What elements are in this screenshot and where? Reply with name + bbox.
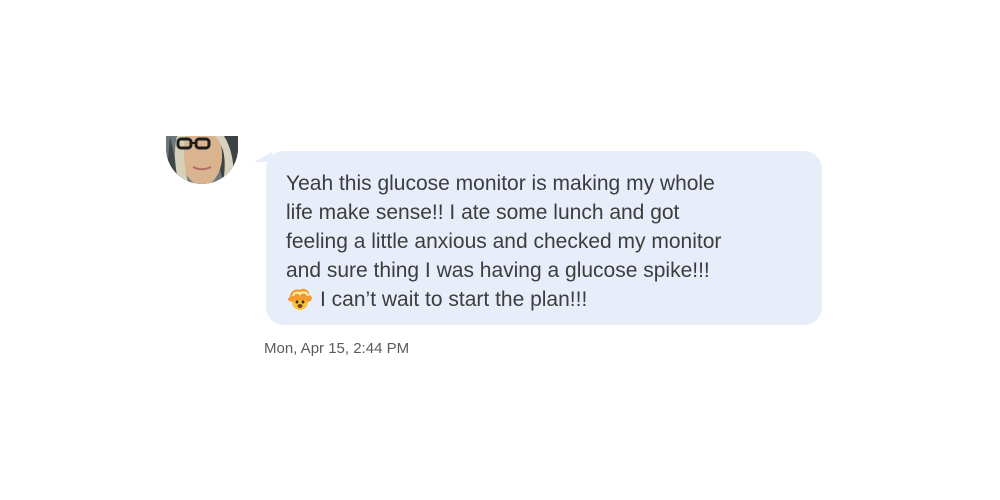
exploding-head-emoji-icon [286, 287, 314, 311]
message-text: Yeah this glucose monitor is making my w… [286, 169, 798, 314]
message-row: Yeah this glucose monitor is making my w… [166, 136, 826, 366]
message-line-5: I can’t wait to start the plan!!! [320, 288, 588, 311]
avatar[interactable] [166, 136, 238, 184]
message-bubble[interactable]: Yeah this glucose monitor is making my w… [266, 151, 822, 325]
message-timestamp: Mon, Apr 15, 2:44 PM [264, 340, 410, 357]
message-line-2: life make sense!! I ate some lunch and g… [286, 201, 680, 224]
message-line-3: feeling a little anxious and checked my … [286, 230, 722, 253]
avatar-photo [166, 136, 238, 184]
message-line-4: and sure thing I was having a glucose sp… [286, 259, 710, 282]
message-line-1: Yeah this glucose monitor is making my w… [286, 172, 715, 195]
